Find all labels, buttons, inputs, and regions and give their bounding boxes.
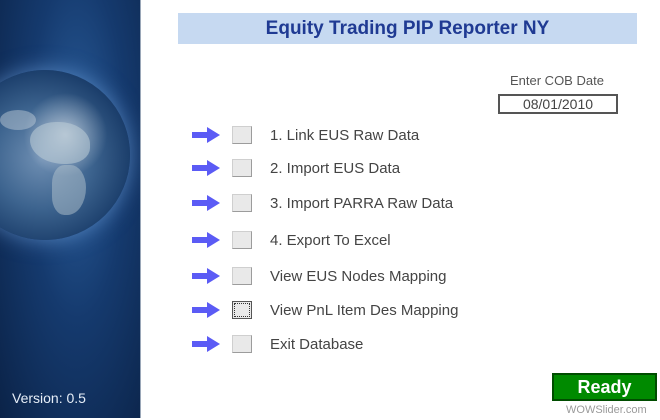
menu-item-import-parra-raw-data: 3. Import PARRA Raw Data: [192, 192, 453, 214]
import-eus-data-button[interactable]: [232, 159, 252, 177]
arrow-right-icon: [192, 159, 222, 177]
cob-date-label: Enter COB Date: [510, 73, 604, 88]
sidebar-panel: Version: 0.5: [0, 0, 141, 418]
menu-item-label: Exit Database: [270, 335, 364, 353]
menu-item-label: View EUS Nodes Mapping: [270, 267, 447, 285]
arrow-right-icon: [192, 126, 222, 144]
menu-item-import-eus-data: 2. Import EUS Data: [192, 157, 400, 179]
view-pnl-item-des-mapping-button[interactable]: [232, 301, 252, 319]
view-eus-nodes-mapping-button[interactable]: [232, 267, 252, 285]
exit-database-button[interactable]: [232, 335, 252, 353]
version-label: Version: 0.5: [12, 390, 86, 406]
menu-item-export-to-excel: 4. Export To Excel: [192, 229, 391, 251]
cob-date-input[interactable]: [498, 94, 618, 114]
status-ready-indicator: Ready: [552, 373, 657, 401]
arrow-right-icon: [192, 231, 222, 249]
arrow-right-icon: [192, 194, 222, 212]
arrow-right-icon: [192, 301, 222, 319]
title-bar: Equity Trading PIP Reporter NY: [178, 13, 637, 44]
menu-item-label: 3. Import PARRA Raw Data: [270, 194, 454, 212]
export-to-excel-button[interactable]: [232, 231, 252, 249]
menu-item-link-eus-raw-data: 1. Link EUS Raw Data: [192, 124, 419, 146]
menu-item-view-pnl-item-des-mapping: View PnL Item Des Mapping: [192, 299, 458, 321]
app-title: Equity Trading PIP Reporter NY: [265, 17, 550, 39]
import-parra-raw-data-button[interactable]: [232, 194, 252, 212]
menu-item-view-eus-nodes-mapping: View EUS Nodes Mapping: [192, 265, 446, 287]
link-eus-raw-data-button[interactable]: [232, 126, 252, 144]
watermark-text: WOWSlider.com: [566, 404, 647, 416]
menu-item-label: 1. Link EUS Raw Data: [270, 126, 420, 144]
arrow-right-icon: [192, 267, 222, 285]
globe-image: [0, 70, 130, 240]
menu-item-label: 4. Export To Excel: [270, 231, 391, 249]
menu-item-label: 2. Import EUS Data: [270, 159, 401, 177]
arrow-right-icon: [192, 335, 222, 353]
menu-item-label: View PnL Item Des Mapping: [270, 301, 459, 319]
menu-item-exit-database: Exit Database: [192, 333, 363, 355]
